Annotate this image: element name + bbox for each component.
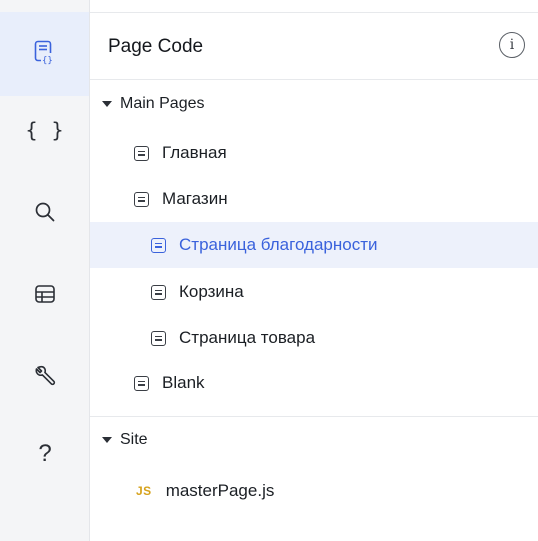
page-label: Корзина (179, 282, 244, 301)
left-icon-rail: {} { } ? (0, 0, 90, 541)
section-label: Site (120, 431, 148, 448)
page-label: Магазин (162, 189, 228, 208)
page-label: Blank (162, 373, 205, 392)
page-icon (151, 284, 166, 300)
wrench-icon (33, 364, 57, 388)
page-icon (151, 237, 166, 253)
databases-tab[interactable] (0, 274, 90, 314)
panel-header: Page Code i (90, 12, 538, 80)
page-item-magazin[interactable]: Магазин (90, 176, 538, 222)
page-item-korzina[interactable]: Корзина (90, 269, 538, 315)
info-button[interactable]: i (499, 32, 525, 58)
caret-down-icon (102, 437, 112, 443)
page-code-icon: {} (34, 40, 56, 66)
page-label: Страница благодарности (179, 235, 378, 254)
section-label: Main Pages (120, 95, 205, 112)
page-label: Страница товара (179, 328, 316, 347)
page-icon (134, 191, 149, 207)
page-icon (134, 375, 149, 391)
section-main-pages[interactable]: Main Pages (90, 82, 538, 126)
question-icon: ? (38, 440, 52, 467)
file-item-masterpage[interactable]: JS masterPage.js (90, 468, 538, 514)
page-item-glavnaya[interactable]: Главная (90, 130, 538, 176)
page-item-product[interactable]: Страница товара (90, 315, 538, 361)
database-table-icon (34, 284, 56, 304)
page-item-thank-you[interactable]: Страница благодарности (90, 222, 538, 268)
page-item-blank[interactable]: Blank (90, 360, 538, 406)
page-icon (151, 330, 166, 346)
page-label: Главная (162, 143, 227, 162)
js-file-icon: JS (136, 484, 152, 498)
info-icon: i (509, 37, 515, 53)
search-tab[interactable] (0, 192, 90, 232)
search-icon (34, 201, 56, 223)
code-files-tab[interactable]: { } (0, 110, 90, 150)
section-site[interactable]: Site (90, 418, 538, 462)
page-icon (134, 145, 149, 161)
curly-braces-icon: { } (25, 118, 65, 142)
section-divider (90, 416, 538, 417)
svg-text:{}: {} (42, 56, 53, 66)
panel-title: Page Code (108, 36, 204, 57)
page-code-tab[interactable]: {} (0, 33, 90, 73)
help-tab[interactable]: ? (0, 434, 90, 474)
file-label: masterPage.js (165, 481, 275, 500)
caret-down-icon (102, 101, 112, 107)
developer-tools-tab[interactable] (0, 356, 90, 396)
